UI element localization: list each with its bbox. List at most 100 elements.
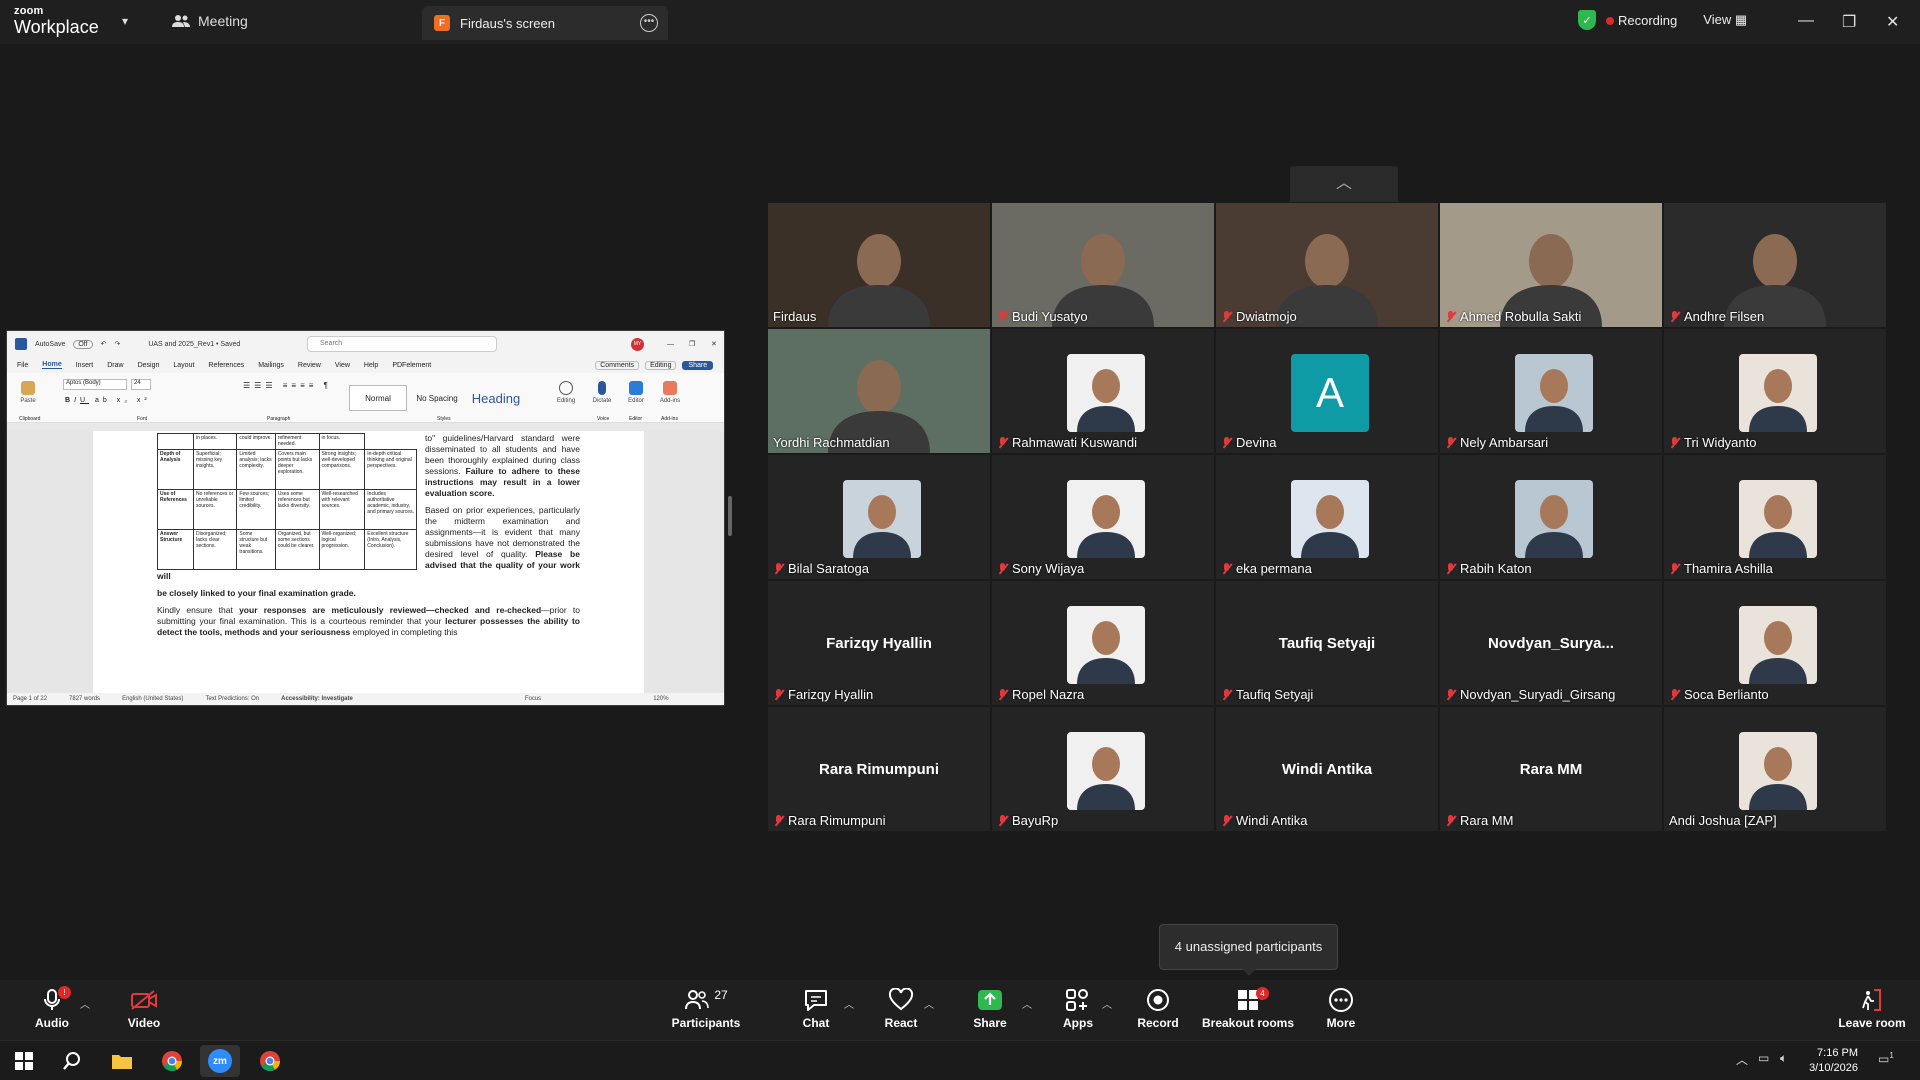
participant-tile[interactable]: Rahmawati Kuswandi <box>992 329 1214 453</box>
windows-start-icon[interactable] <box>4 1045 44 1077</box>
share-options-caret[interactable]: ︿ <box>1022 996 1032 1011</box>
network-icon[interactable]: ▭ <box>1758 1051 1769 1065</box>
comments-button[interactable]: Comments <box>595 360 640 370</box>
participant-tile[interactable]: Ahmed Robulla Sakti <box>1440 203 1662 327</box>
apps-options-caret[interactable]: ︿ <box>1102 996 1112 1011</box>
participant-tile[interactable]: Thamira Ashilla <box>1664 455 1886 579</box>
font-size-select[interactable]: 24 <box>131 379 151 390</box>
word-restore-icon[interactable]: ❐ <box>689 340 695 348</box>
menu-pdfelement[interactable]: PDFelement <box>392 362 431 369</box>
participant-tile[interactable]: Rara Rimumpuni Rara Rimumpuni <box>768 707 990 831</box>
chrome-profile-icon[interactable] <box>250 1045 290 1077</box>
participant-tile[interactable]: Tri Widyanto <box>1664 329 1886 453</box>
participant-tile[interactable]: Nely Ambarsari <box>1440 329 1662 453</box>
font-name-select[interactable]: Aptos (Body) <box>63 379 127 390</box>
notifications-icon[interactable]: ▭1 <box>1878 1051 1894 1066</box>
participant-tile[interactable]: Firdaus <box>768 203 990 327</box>
recording-indicator[interactable]: Recording <box>1606 13 1677 28</box>
participant-tile[interactable]: Dwiatmojo <box>1216 203 1438 327</box>
participant-tile[interactable]: BayuRp <box>992 707 1214 831</box>
audio-button[interactable]: Audio ! <box>12 986 92 1036</box>
participant-tile[interactable]: Rara MM Rara MM <box>1440 707 1662 831</box>
participants-button[interactable]: 27 Participants <box>666 986 746 1036</box>
menu-view[interactable]: View <box>335 362 350 369</box>
breakout-rooms-button[interactable]: Breakout rooms 4 <box>1198 986 1298 1036</box>
record-button[interactable]: Record <box>1118 986 1198 1036</box>
menu-draw[interactable]: Draw <box>107 362 123 369</box>
user-avatar[interactable]: MY <box>631 338 644 351</box>
participant-tile[interactable]: Andi Joshua [ZAP] <box>1664 707 1886 831</box>
participant-tile[interactable]: Andhre Filsen <box>1664 203 1886 327</box>
document-canvas[interactable]: in places. could improve. refinement neede… <box>7 431 724 695</box>
status-accessibility[interactable]: Accessibility: Investigate <box>281 696 353 702</box>
more-button[interactable]: More <box>1301 986 1381 1036</box>
view-button[interactable]: View ▦ <box>1703 12 1747 28</box>
document-page[interactable]: in places. could improve. refinement neede… <box>93 431 644 695</box>
volume-icon[interactable]: 🔈︎ <box>1780 1051 1787 1066</box>
participant-tile[interactable]: Budi Yusatyo <box>992 203 1214 327</box>
search-icon[interactable] <box>52 1045 92 1077</box>
participant-tile[interactable]: Farizqy Hyallin Farizqy Hyallin <box>768 581 990 705</box>
editor-button[interactable]: Editor <box>625 381 647 411</box>
collapse-gallery-button[interactable]: ︿ <box>1290 166 1398 202</box>
chat-button[interactable]: Chat <box>776 986 856 1036</box>
audio-options-caret[interactable]: ︿ <box>80 996 90 1011</box>
dictate-button[interactable]: Dictate <box>591 381 613 411</box>
word-search-box[interactable]: Search <box>307 336 497 352</box>
resize-handle[interactable] <box>728 496 732 536</box>
menu-mailings[interactable]: Mailings <box>258 362 284 369</box>
participant-tile[interactable]: A Devina <box>1216 329 1438 453</box>
share-screen-button[interactable]: Share <box>950 986 1030 1036</box>
undo-icon[interactable]: ↶ <box>101 340 107 348</box>
meeting-tab[interactable]: Meeting <box>172 13 248 29</box>
menu-design[interactable]: Design <box>138 362 160 369</box>
participant-tile[interactable]: Bilal Saratoga <box>768 455 990 579</box>
redo-icon[interactable]: ↷ <box>114 340 120 348</box>
leave-room-button[interactable]: Leave room <box>1830 986 1914 1036</box>
zoom-taskbar-icon[interactable]: zm <box>200 1045 240 1077</box>
react-button[interactable]: React <box>861 986 941 1036</box>
apps-button[interactable]: Apps <box>1038 986 1118 1036</box>
chat-options-caret[interactable]: ︿ <box>844 996 854 1011</box>
chevron-down-icon[interactable]: ▾ <box>122 14 128 28</box>
video-button[interactable]: Video <box>104 986 184 1036</box>
style-heading[interactable]: Heading <box>467 385 525 411</box>
doc-title[interactable]: UAS and 2025_Rev1 • Saved <box>148 341 240 348</box>
menu-insert[interactable]: Insert <box>76 362 94 369</box>
menu-references[interactable]: References <box>208 362 244 369</box>
paste-button[interactable]: Paste <box>17 381 39 411</box>
screen-share-tab[interactable]: F Firdaus's screen ••• <box>422 6 668 40</box>
menu-review[interactable]: Review <box>298 362 321 369</box>
minimize-icon[interactable]: — <box>1798 12 1814 30</box>
file-explorer-icon[interactable] <box>102 1045 142 1077</box>
style-no-spacing[interactable]: No Spacing <box>411 385 463 411</box>
autosave-toggle[interactable]: Off <box>73 339 93 349</box>
chrome-icon[interactable] <box>152 1045 192 1077</box>
participant-tile[interactable]: Taufiq Setyaji Taufiq Setyaji <box>1216 581 1438 705</box>
close-icon[interactable]: ✕ <box>1886 12 1899 32</box>
more-options-icon[interactable]: ••• <box>640 14 658 32</box>
addins-button[interactable]: Add-ins <box>659 381 681 411</box>
restore-icon[interactable]: ❐ <box>1842 12 1856 32</box>
participant-tile[interactable]: eka permana <box>1216 455 1438 579</box>
participant-tile[interactable]: Ropel Nazra <box>992 581 1214 705</box>
menu-file[interactable]: File <box>17 362 28 369</box>
share-button-word[interactable]: Share <box>682 360 714 370</box>
menu-help[interactable]: Help <box>364 362 378 369</box>
participant-tile[interactable]: Rabih Katon <box>1440 455 1662 579</box>
tray-overflow-icon[interactable]: ︿ <box>1736 1051 1748 1068</box>
participant-tile[interactable]: Novdyan_Surya... Novdyan_Suryadi_Girsang <box>1440 581 1662 705</box>
word-close-icon[interactable]: ✕ <box>711 340 717 348</box>
menu-layout[interactable]: Layout <box>173 362 194 369</box>
editing-button[interactable]: Editing <box>555 381 577 411</box>
paragraph-icons[interactable]: ☰☰☰ ≡≡≡≡ ¶ <box>243 381 332 390</box>
zoom-workplace-logo[interactable]: zoom Workplace <box>14 6 99 37</box>
participant-tile[interactable]: Sony Wijaya <box>992 455 1214 579</box>
react-options-caret[interactable]: ︿ <box>924 996 934 1011</box>
participant-tile[interactable]: Windi Antika Windi Antika <box>1216 707 1438 831</box>
status-focus[interactable]: Focus <box>525 696 541 702</box>
security-shield-icon[interactable]: ✓ <box>1578 10 1596 30</box>
system-clock[interactable]: 7:16 PM 3/10/2026 <box>1809 1046 1858 1076</box>
participant-tile[interactable]: Soca Berlianto <box>1664 581 1886 705</box>
status-zoom[interactable]: 120% <box>653 696 668 702</box>
